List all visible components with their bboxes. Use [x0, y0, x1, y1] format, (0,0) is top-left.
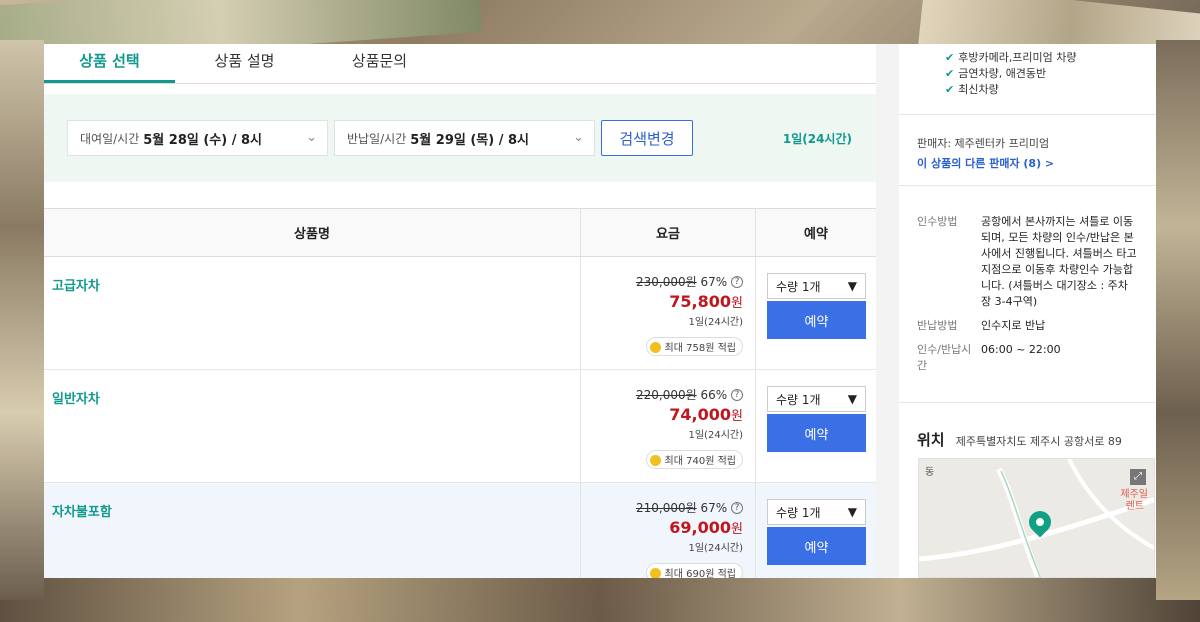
rental-duration: 1일(24시간)	[782, 131, 852, 146]
change-search-button[interactable]: 검색변경	[601, 120, 693, 156]
return-datetime-select[interactable]: 반납일/시간 5월 29일 (목) / 8시 ⌄	[334, 120, 595, 156]
table-row: 고급자차 230,000원 67% ? 75,800원 1일(24시간) 최대 …	[44, 257, 876, 370]
sale-price: 69,000	[669, 518, 732, 537]
quantity-select[interactable]: 수량 1개 ▼	[767, 386, 866, 412]
location-title: 위치	[917, 431, 945, 449]
map-label: 렌트	[1125, 501, 1144, 512]
product-name[interactable]: 일반자차	[52, 388, 572, 407]
price-unit: 원	[731, 296, 743, 311]
rental-value: 5월 28일 (수) / 8시	[143, 132, 263, 148]
coin-icon	[649, 455, 661, 466]
dropdown-arrow-icon: ▼	[847, 505, 857, 519]
check-icon: ✔	[945, 67, 955, 80]
original-price: 220,000원	[636, 388, 697, 402]
coin-icon	[649, 342, 661, 353]
info-value: 06:00 ~ 22:00	[981, 343, 1061, 356]
chevron-down-icon: ⌄	[573, 130, 584, 145]
expand-map-icon[interactable]: ⤢	[1130, 469, 1146, 485]
quantity-value: 수량 1개	[776, 279, 821, 294]
points-text: 최대 690원 적립	[664, 569, 736, 578]
other-sellers-link[interactable]: 이 상품의 다른 판매자 (8) >	[917, 155, 1138, 171]
check-icon: ✔	[945, 83, 955, 96]
seller-info: 판매자: 제주렌터카 프리미엄 이 상품의 다른 판매자 (8) >	[899, 114, 1156, 186]
info-row: 인수/반납시간 06:00 ~ 22:00	[917, 342, 1138, 374]
points-badge: 최대 740원 적립	[645, 450, 743, 469]
help-icon[interactable]: ?	[731, 276, 743, 288]
info-key: 인수방법	[917, 215, 958, 228]
info-key: 인수/반납시간	[917, 343, 972, 372]
table-row: 일반자차 220,000원 66% ? 74,000원 1일(24시간) 최대 …	[44, 370, 876, 483]
points-badge: 최대 758원 적립	[645, 337, 743, 356]
tab-product-description[interactable]: 상품 설명	[179, 44, 310, 83]
product-panel: 상품 선택 상품 설명 상품문의 대여일/시간 5월 28일 (수) / 8시 …	[44, 44, 876, 578]
product-table: 상품명 요금 예약 고급자차 230,000원 67% ? 75,800원 1일…	[44, 208, 876, 578]
tab-product-select[interactable]: 상품 선택	[44, 44, 175, 83]
price-unit: 원	[731, 522, 743, 537]
discount-rate: 67%	[700, 501, 728, 515]
feature-item: ✔ 최신차량	[945, 83, 999, 96]
product-name[interactable]: 고급자차	[52, 275, 572, 294]
sale-price: 74,000	[669, 405, 732, 424]
info-row: 인수방법 공항에서 본사까지는 셔틀로 이동되며, 모든 차량의 인수/반납은 본…	[917, 214, 1138, 310]
points-text: 최대 740원 적립	[664, 456, 736, 467]
quantity-select[interactable]: 수량 1개 ▼	[767, 499, 866, 525]
quantity-value: 수량 1개	[776, 392, 821, 407]
sale-price: 75,800	[669, 292, 732, 311]
table-row: 자차불포함 210,000원 67% ? 69,000원 1일(24시간) 최대…	[44, 483, 876, 578]
reserve-button[interactable]: 예약	[767, 527, 866, 565]
info-key: 반납방법	[917, 319, 958, 332]
original-price: 230,000원	[636, 275, 697, 289]
help-icon[interactable]: ?	[731, 389, 743, 401]
dropdown-arrow-icon: ▼	[847, 279, 857, 293]
check-icon: ✔	[945, 51, 955, 64]
search-bar: 대여일/시간 5월 28일 (수) / 8시 ⌄ 반납일/시간 5월 29일 (…	[44, 94, 876, 182]
quantity-value: 수량 1개	[776, 505, 821, 520]
info-value: 공항에서 본사까지는 셔틀로 이동되며, 모든 차량의 인수/반납은 본사에서 …	[981, 215, 1137, 308]
header-price: 요금	[580, 209, 755, 256]
panel-gap	[876, 44, 899, 578]
original-price: 210,000원	[636, 501, 697, 515]
header-product-name: 상품명	[294, 227, 330, 242]
feature-item: ✔ 금연차량, 애견동반	[945, 67, 1047, 80]
return-value: 5월 29일 (목) / 8시	[410, 132, 530, 148]
product-name[interactable]: 자차불포함	[52, 501, 572, 520]
seller-name: 판매자: 제주렌터카 프리미엄	[917, 137, 1050, 150]
table-header: 상품명 요금 예약	[44, 208, 876, 257]
info-value: 인수지로 반납	[981, 319, 1046, 332]
quantity-select[interactable]: 수량 1개 ▼	[767, 273, 866, 299]
dropdown-arrow-icon: ▼	[847, 392, 857, 406]
reserve-button[interactable]: 예약	[767, 414, 866, 452]
map-label: 동	[925, 467, 935, 478]
location-address: 제주특별자치도 제주시 공항서로 89	[955, 435, 1122, 448]
feature-list: ✔ 후방카메라,프리미엄 차량 ✔ 금연차량, 애견동반 ✔ 최신차량	[899, 44, 1156, 98]
tab-bar: 상품 선택 상품 설명 상품문의	[44, 44, 876, 84]
discount-rate: 67%	[700, 275, 728, 289]
location-map[interactable]: 동 제주일 렌트 ⤢	[918, 458, 1155, 578]
help-icon[interactable]: ?	[731, 502, 743, 514]
reserve-button[interactable]: 예약	[767, 301, 866, 339]
coin-icon	[649, 568, 661, 578]
feature-item: ✔ 후방카메라,프리미엄 차량	[945, 51, 1077, 64]
points-text: 최대 758원 적립	[664, 343, 736, 354]
info-row: 반납방법 인수지로 반납	[917, 318, 1138, 334]
rental-period: 1일(24시간)	[688, 317, 744, 328]
header-reserve: 예약	[755, 209, 876, 256]
rental-datetime-select[interactable]: 대여일/시간 5월 28일 (수) / 8시 ⌄	[67, 120, 328, 156]
pickup-info: 인수방법 공항에서 본사까지는 셔틀로 이동되며, 모든 차량의 인수/반납은 본…	[899, 204, 1156, 392]
rental-period: 1일(24시간)	[688, 430, 744, 441]
rental-period: 1일(24시간)	[688, 543, 744, 554]
price-unit: 원	[731, 409, 743, 424]
discount-rate: 66%	[700, 388, 728, 402]
return-label: 반납일/시간	[347, 131, 407, 146]
rental-label: 대여일/시간	[80, 131, 140, 146]
chevron-down-icon: ⌄	[306, 130, 317, 145]
tab-product-inquiry[interactable]: 상품문의	[314, 44, 445, 83]
points-badge: 최대 690원 적립	[645, 563, 743, 578]
